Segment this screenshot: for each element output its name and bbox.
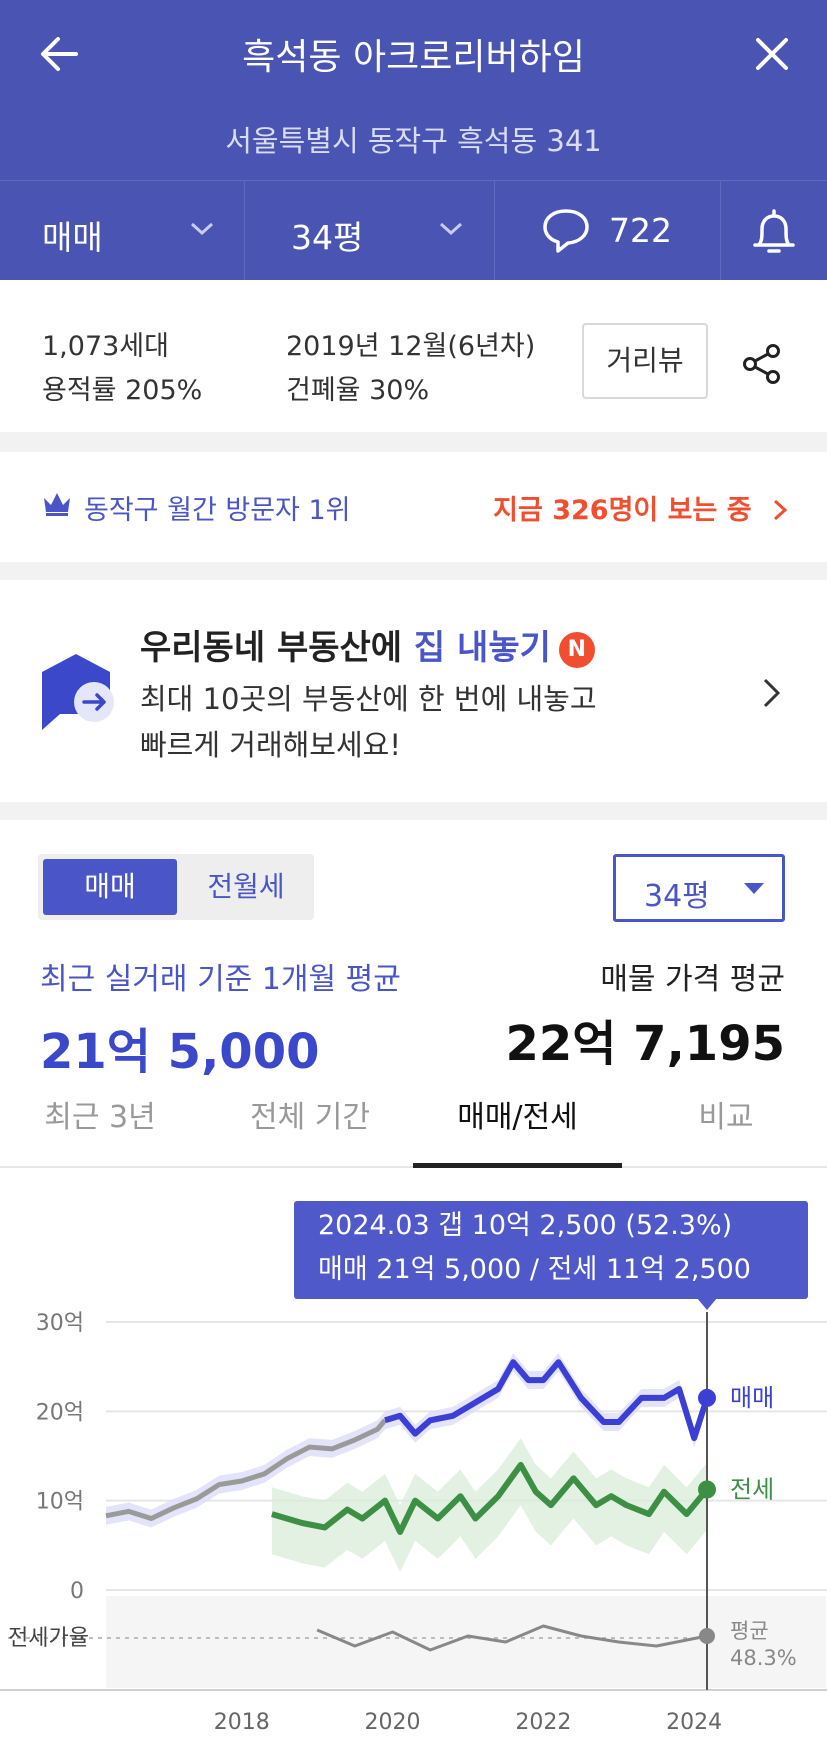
divider	[0, 562, 827, 580]
caret-down-icon	[744, 883, 764, 894]
visitor-rank-text: 동작구 월간 방문자 1위	[84, 495, 351, 526]
listing-avg-label: 매물 가격 평균	[600, 962, 785, 997]
size-label: 34평	[291, 218, 364, 257]
recent-trade-value: 21억 5,000	[40, 1024, 320, 1080]
app-header: 흑석동 아크로리버하임 서울특별시 동작구 흑석동 341 매매 34평 722	[0, 0, 827, 281]
tab-compare[interactable]: 비교	[626, 1090, 826, 1168]
built-date: 2019년 12월(6년차)	[286, 331, 536, 362]
share-icon[interactable]	[740, 342, 784, 386]
recent-trade-label: 최근 실거래 기준 1개월 평균	[40, 962, 401, 997]
trade-type-dropdown[interactable]: 매매	[0, 181, 245, 281]
promo-line-1: 최대 10곳의 부동산에 한 번에 내놓고	[140, 682, 597, 716]
coverage-ratio: 건폐율 30%	[286, 375, 430, 406]
house-arrow-icon	[42, 654, 114, 730]
crown-icon	[44, 493, 70, 516]
visitor-rank-banner[interactable]: 동작구 월간 방문자 1위 지금 326명이 보는 중	[0, 452, 827, 562]
promo-title: 우리동네 부동산에 집 내놓기 N	[140, 620, 595, 669]
new-badge: N	[558, 632, 595, 668]
tab-all-period[interactable]: 전체 기간	[210, 1090, 410, 1168]
divider	[0, 432, 827, 452]
address: 서울특별시 동작구 흑석동 341	[225, 124, 602, 158]
chevron-down-icon	[439, 222, 463, 236]
page-title: 흑석동 아크로리버하임	[242, 37, 585, 78]
comment-bubble-icon	[543, 209, 589, 253]
filter-bar: 매매 34평 722	[0, 180, 827, 281]
live-viewers: 지금 326명이 보는 중	[493, 488, 789, 527]
promo-description: 최대 10곳의 부동산에 한 번에 내놓고 빠르게 거래해보세요!	[140, 676, 597, 768]
promo-title-prefix: 우리동네 부동산에	[140, 628, 414, 668]
comment-count: 722	[609, 211, 672, 250]
trade-type-label: 매매	[42, 218, 103, 257]
chart-tooltip: 2024.03 갭 10억 2,500 (52.3%) 매매 21억 5,000…	[294, 1201, 808, 1299]
households: 1,073세대	[42, 331, 169, 362]
listing-avg-value: 22억 7,195	[505, 1016, 786, 1072]
size-dropdown[interactable]: 34평	[245, 181, 495, 281]
tooltip-gap: 2024.03 갭 10억 2,500 (52.3%)	[318, 1210, 733, 1241]
toggle-rent[interactable]: 전월세	[182, 859, 310, 915]
size-select[interactable]: 34평	[613, 854, 785, 922]
tab-recent-3y[interactable]: 최근 3년	[0, 1090, 200, 1168]
toggle-sale[interactable]: 매매	[43, 859, 177, 915]
promo-title-highlight: 집 내놓기	[413, 628, 551, 668]
floor-area-ratio: 용적률 205%	[42, 375, 203, 406]
close-icon[interactable]	[748, 30, 796, 78]
tooltip-pointer	[697, 1298, 717, 1310]
chevron-down-icon	[190, 222, 214, 236]
promo-line-2: 빠르게 거래해보세요!	[140, 728, 401, 762]
divider	[0, 802, 827, 820]
live-viewers-text: 지금 326명이 보는 중	[493, 495, 752, 526]
complex-info: 1,073세대 용적률 205% 2019년 12월(6년차) 건폐율 30% …	[0, 280, 827, 432]
street-view-button[interactable]: 거리뷰	[582, 323, 708, 399]
notification-button[interactable]	[721, 181, 827, 281]
chevron-right-icon	[763, 678, 781, 708]
trade-type-toggle: 매매 전월세	[38, 854, 314, 920]
comments-button[interactable]: 722	[495, 181, 721, 281]
chevron-right-icon	[773, 499, 788, 521]
tooltip-prices: 매매 21억 5,000 / 전세 11억 2,500	[318, 1254, 751, 1285]
bell-icon	[753, 209, 795, 253]
tab-sale-jeonse[interactable]: 매매/전세	[413, 1090, 622, 1168]
chart-tabs: 최근 3년 전체 기간 매매/전세 비교	[0, 1090, 827, 1168]
list-property-promo[interactable]: 우리동네 부동산에 집 내놓기 N 최대 10곳의 부동산에 한 번에 내놓고 빠…	[0, 580, 827, 802]
size-select-value: 34평	[644, 879, 710, 914]
